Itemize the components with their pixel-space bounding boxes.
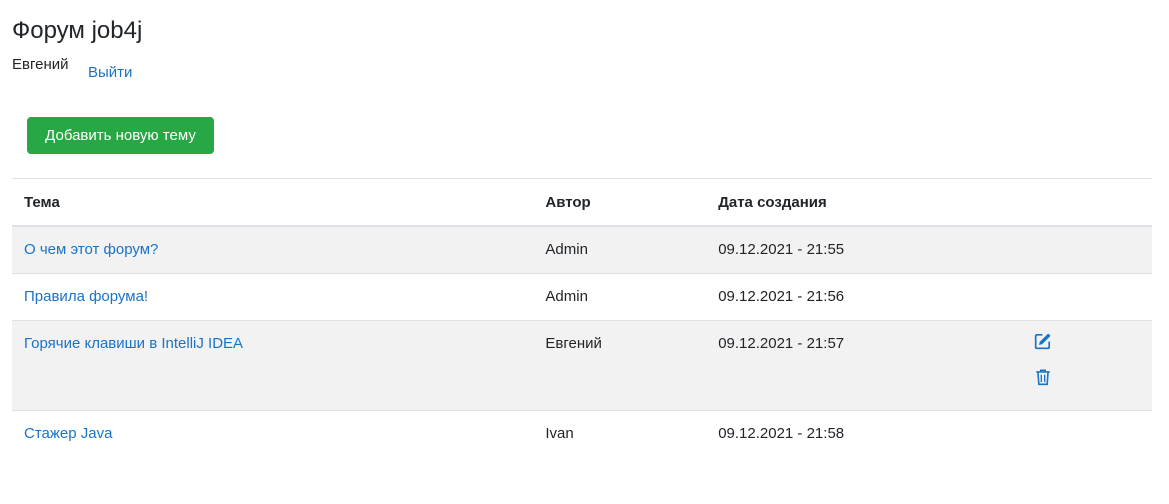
topic-cell: Стажер Java [12,410,534,457]
trash-icon-graphic [1036,369,1050,386]
column-header-created: Дата создания [706,178,1019,227]
topic-link[interactable]: Горячие клавиши в IntelliJ IDEA [24,335,243,352]
table-header-row: Тема Автор Дата создания [12,178,1152,227]
topic-cell: Правила форума! [12,273,534,321]
table-row: Стажер Java Ivan 09.12.2021 - 21:58 [12,410,1152,457]
logout-link[interactable]: Выйти [88,64,132,82]
page-title: Форум job4j [12,17,143,44]
actions-cell [1018,320,1152,411]
created-cell: 09.12.2021 - 21:56 [706,273,1019,321]
author-cell: Admin [533,273,707,321]
table-row: О чем этот форум? Admin 09.12.2021 - 21:… [12,225,1152,274]
column-header-topic: Тема [12,178,534,227]
topics-table: Тема Автор Дата создания О чем этот фору… [12,178,1152,457]
topic-cell: Горячие клавиши в IntelliJ IDEA [12,320,534,411]
topic-link[interactable]: Правила форума! [24,288,148,305]
current-user-name: Евгений [12,56,69,73]
column-header-author: Автор [533,178,707,227]
forum-page: Форум job4j Евгений Выйти Добавить новую… [0,0,1169,504]
author-cell: Евгений [533,320,707,411]
table-row: Правила форума! Admin 09.12.2021 - 21:56 [12,273,1152,321]
trash-icon[interactable] [1034,368,1052,386]
edit-icon[interactable] [1034,332,1052,350]
author-cell: Admin [533,225,707,274]
table-row: Горячие клавиши в IntelliJ IDEA Евгений … [12,320,1152,411]
created-cell: 09.12.2021 - 21:55 [706,225,1019,274]
actions-cell [1018,410,1152,457]
column-header-actions [1018,178,1152,227]
actions-cell [1018,225,1152,274]
author-cell: Ivan [533,410,707,457]
topic-link[interactable]: Стажер Java [24,425,112,442]
actions-cell [1018,273,1152,321]
add-topic-button[interactable]: Добавить новую тему [27,117,214,154]
created-cell: 09.12.2021 - 21:57 [706,320,1019,411]
topic-link[interactable]: О чем этот форум? [24,241,158,258]
topic-cell: О чем этот форум? [12,225,534,274]
edit-icon-graphic [1035,333,1051,350]
created-cell: 09.12.2021 - 21:58 [706,410,1019,457]
